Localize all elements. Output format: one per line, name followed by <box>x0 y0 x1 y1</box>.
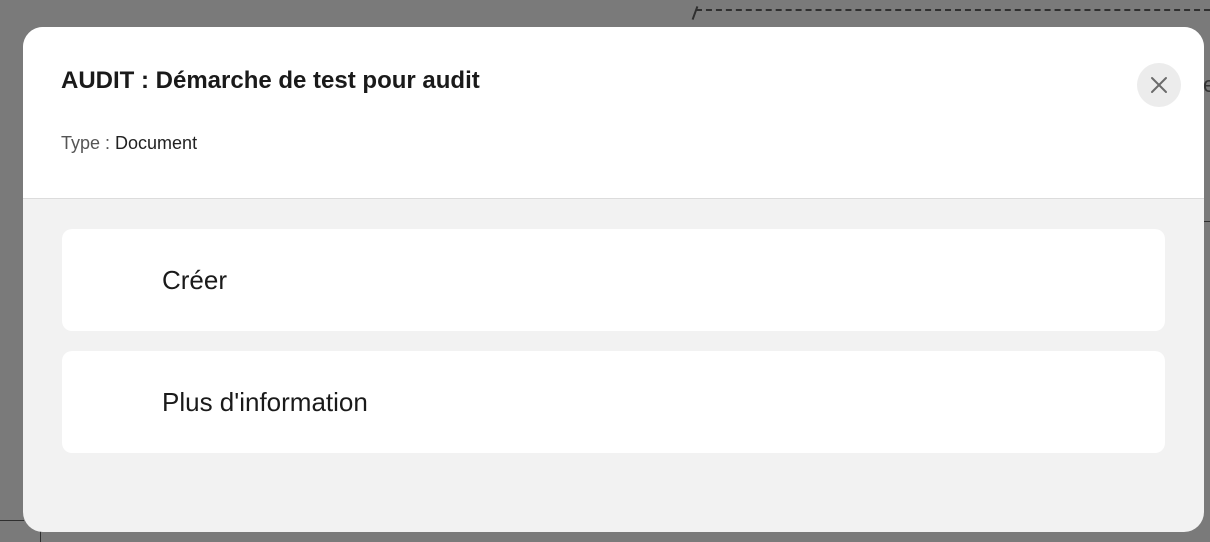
backdrop-line <box>0 520 24 521</box>
backdrop-partial-text: e <box>1203 72 1210 97</box>
action-label: Plus d'information <box>162 386 368 417</box>
type-label: Type : <box>61 133 116 153</box>
close-icon <box>1151 77 1167 93</box>
modal-dialog: AUDIT : Démarche de test pour audit Type… <box>23 27 1204 532</box>
backdrop-dashed-line <box>696 9 1210 11</box>
modal-type-line: Type : Document <box>61 133 197 154</box>
modal-title: AUDIT : Démarche de test pour audit <box>61 67 480 94</box>
backdrop-line <box>1204 221 1210 222</box>
action-create[interactable]: Créer <box>62 229 1165 331</box>
action-more-info[interactable]: Plus d'information <box>62 351 1165 453</box>
type-value: Document <box>115 133 198 153</box>
close-button[interactable] <box>1137 63 1181 107</box>
action-label: Créer <box>162 264 228 295</box>
modal-header: AUDIT : Démarche de test pour audit Type… <box>23 27 1204 199</box>
